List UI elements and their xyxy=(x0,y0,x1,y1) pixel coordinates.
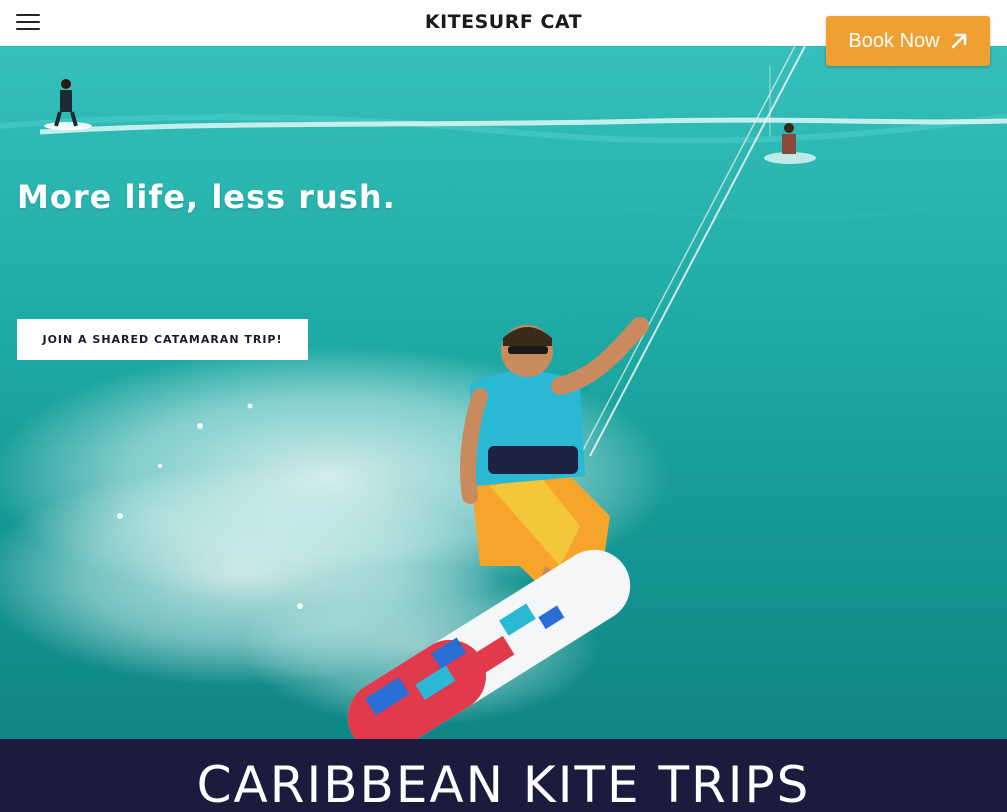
join-shared-trip-button[interactable]: JOIN A SHARED CATAMARAN TRIP! xyxy=(17,319,308,360)
section-title: CARIBBEAN KITE TRIPS xyxy=(196,756,811,812)
caribbean-trips-section: CARIBBEAN KITE TRIPS xyxy=(0,739,1007,812)
hero-section: More life, less rush. JOIN A SHARED CATA… xyxy=(0,46,1007,739)
book-now-label: Book Now xyxy=(848,29,940,52)
external-arrow-icon xyxy=(951,33,966,49)
hero-image xyxy=(0,46,1007,739)
hero-heading: More life, less rush. xyxy=(17,178,396,216)
book-now-button[interactable]: Book Now xyxy=(826,16,990,66)
